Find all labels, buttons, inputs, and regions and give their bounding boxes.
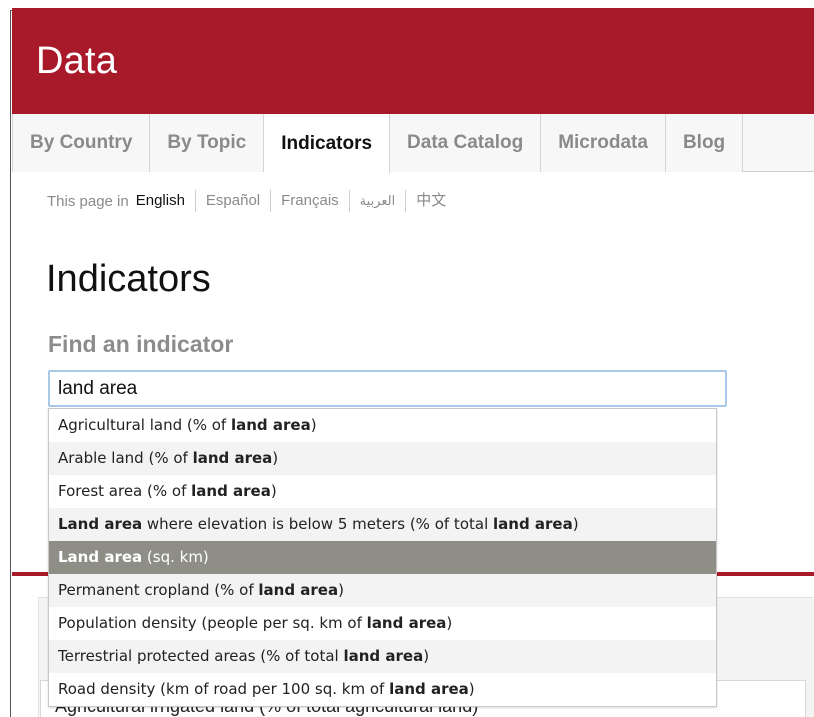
lang-espanol[interactable]: Español (194, 190, 270, 212)
suggestion-item[interactable]: Agricultural land (% of land area) (49, 409, 716, 442)
lang-english[interactable]: English (136, 190, 195, 212)
suggestion-match-text: land area (343, 647, 424, 665)
suggestion-item[interactable]: Forest area (% of land area) (49, 475, 716, 508)
lang-francais[interactable]: Français (270, 190, 349, 212)
suggestion-text: ) (446, 614, 453, 632)
suggestion-text: Agricultural land (% of (58, 416, 231, 434)
suggestion-text: ) (270, 482, 277, 500)
suggestion-text: Forest area (% of (58, 482, 192, 500)
suggestion-text: (sq. km) (142, 548, 209, 566)
suggestion-match-text: land area (493, 515, 573, 533)
suggestion-text: ) (272, 449, 279, 467)
suggestion-item[interactable]: Terrestrial protected areas (% of total … (49, 640, 716, 673)
language-switcher: This page in English Español Français ال… (47, 190, 456, 212)
suggestion-match-text: Land area (58, 548, 143, 566)
suggestion-text: Permanent cropland (% of (58, 581, 259, 599)
suggestion-text: Arable land (% of (58, 449, 193, 467)
language-prefix: This page in (47, 192, 129, 210)
tab-blog[interactable]: Blog (665, 114, 744, 172)
lang-chinese[interactable]: 中文 (405, 190, 456, 212)
suggestion-match-text: Land area (58, 515, 143, 533)
suggestion-item[interactable]: Land area (sq. km) (49, 541, 716, 574)
suggestion-match-text: land area (258, 581, 339, 599)
lang-arabic[interactable]: العربية (348, 190, 406, 212)
suggestion-item[interactable]: Population density (people per sq. km of… (49, 607, 716, 640)
suggestion-text: ) (310, 416, 317, 434)
suggestion-item[interactable]: Permanent cropland (% of land area) (49, 574, 716, 607)
tab-data-catalog[interactable]: Data Catalog (390, 114, 542, 172)
suggestion-match-text: land area (192, 449, 273, 467)
tab-by-country[interactable]: By Country (12, 114, 151, 172)
page-title: Indicators (46, 258, 211, 300)
suggestion-text: where elevation is below 5 meters (% of … (142, 515, 493, 533)
tab-by-topic[interactable]: By Topic (150, 114, 265, 172)
suggestion-match-text: land area (191, 482, 271, 500)
suggestion-text: Terrestrial protected areas (% of total (58, 647, 344, 665)
suggestion-text: ) (468, 680, 475, 698)
search-label: Find an indicator (48, 331, 234, 357)
suggestion-text: ) (338, 581, 344, 599)
suggestion-text: Road density (km of road per 100 sq. km … (58, 680, 390, 698)
suggestion-text: ) (572, 515, 579, 533)
header-banner: Data (12, 8, 814, 114)
suggestion-item[interactable]: Land area where elevation is below 5 met… (49, 508, 716, 541)
indicator-search-input[interactable] (48, 370, 727, 407)
suggestion-text: ) (423, 647, 430, 665)
suggestion-match-text: land area (366, 614, 447, 632)
autocomplete-dropdown: Agricultural land (% of land area) Arable… (48, 408, 717, 707)
tab-indicators[interactable]: Indicators (264, 114, 391, 173)
site-title[interactable]: Data (36, 40, 117, 83)
main-nav: By Country By Topic Indicators Data Cata… (12, 114, 814, 173)
suggestion-match-text: land area (389, 680, 469, 698)
suggestion-match-text: land area (230, 416, 311, 434)
tab-microdata[interactable]: Microdata (541, 114, 666, 172)
suggestion-text: Population density (people per sq. km of (58, 614, 367, 632)
suggestion-item[interactable]: Road density (km of road per 100 sq. km … (49, 673, 716, 706)
suggestion-item[interactable]: Arable land (% of land area) (49, 442, 716, 475)
